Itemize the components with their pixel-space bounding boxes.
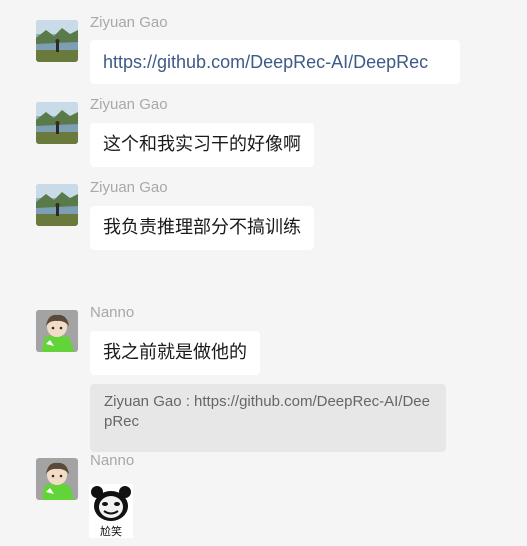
avatar[interactable] xyxy=(36,184,78,226)
message-bubble[interactable]: 我负责推理部分不搞训练 xyxy=(90,206,314,250)
avatar[interactable] xyxy=(36,310,78,352)
avatar[interactable] xyxy=(36,20,78,62)
avatar[interactable] xyxy=(36,102,78,144)
avatar[interactable] xyxy=(36,458,78,500)
sender-name: Nanno xyxy=(90,304,135,321)
message-bubble[interactable]: 这个和我实习干的好像啊 xyxy=(90,123,314,167)
sticker-message[interactable]: 尬笑 xyxy=(89,484,133,538)
sender-name: Ziyuan Gao xyxy=(90,14,168,31)
message-bubble[interactable]: 我之前就是做他的 xyxy=(90,331,260,375)
sender-name: Ziyuan Gao xyxy=(90,96,168,113)
sender-name: Ziyuan Gao xyxy=(90,179,168,196)
message-bubble-link[interactable]: https://github.com/DeepRec-AI/DeepRec xyxy=(90,40,460,84)
quoted-message[interactable]: Ziyuan Gao : https://github.com/DeepRec-… xyxy=(90,384,446,452)
panda-sticker-icon xyxy=(89,484,133,524)
sender-name: Nanno xyxy=(90,452,135,469)
sticker-caption: 尬笑 xyxy=(100,525,122,538)
